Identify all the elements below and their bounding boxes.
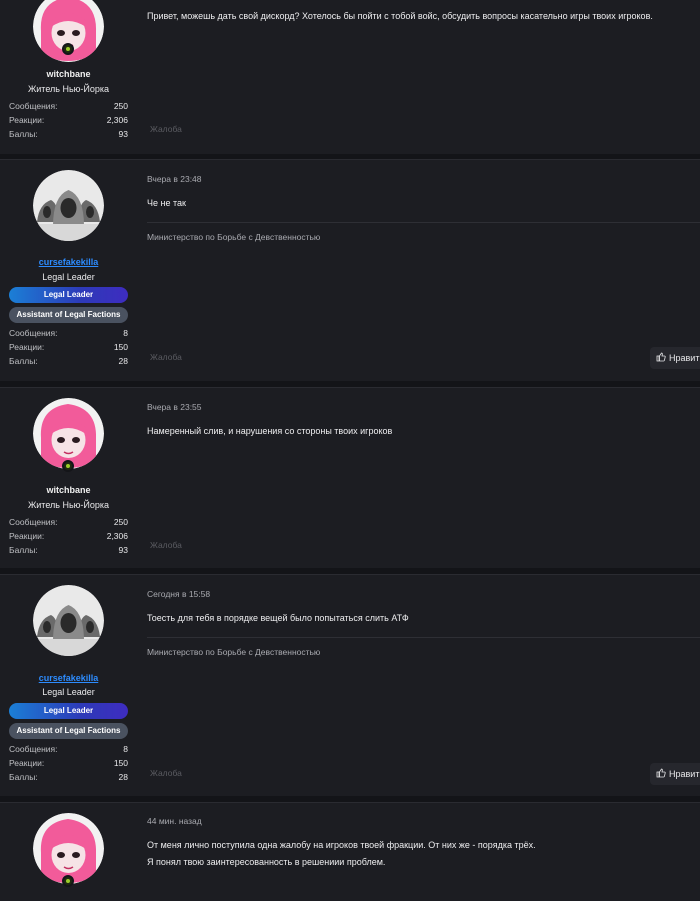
stat-value: 28 [118, 772, 128, 782]
stat-label: Сообщения: [9, 744, 58, 754]
avatar[interactable] [33, 585, 104, 656]
user-stats: Сообщения: 8 Реакции: 150 Баллы: 28 [9, 742, 128, 784]
stat-value: 250 [113, 101, 128, 111]
avatar[interactable] [33, 398, 104, 469]
stat-messages: Сообщения: 250 [9, 99, 128, 113]
signature: Министерство по Борьбе с Девственностью [147, 232, 321, 242]
user-stats: Сообщения: 250 Реакции: 2,306 Баллы: 93 [9, 99, 128, 141]
signature-divider [147, 637, 700, 638]
online-status-icon [62, 875, 74, 887]
post-text: Намеренный слив, и нарушения со стороны … [147, 426, 393, 436]
stat-points: Баллы: 93 [9, 543, 128, 557]
stat-reactions: Реакции: 150 [9, 340, 128, 354]
online-status-icon [62, 43, 74, 55]
post-date[interactable]: Вчера в 23:48 [147, 174, 202, 184]
report-link[interactable]: Жалоба [150, 768, 182, 778]
user-banner-assistant: Assistant of Legal Factions [9, 307, 128, 323]
avatar[interactable] [33, 813, 104, 884]
stat-label: Реакции: [9, 115, 45, 125]
username[interactable]: witchbane [0, 69, 137, 79]
stat-label: Сообщения: [9, 328, 58, 338]
stat-messages: Сообщения: 250 [9, 515, 128, 529]
username[interactable]: cursefakekilla [0, 257, 137, 267]
user-title: Legal Leader [42, 272, 95, 282]
user-panel: cursefakekilla Legal Leader Legal Leader… [0, 575, 137, 796]
user-banner-assistant: Assistant of Legal Factions [9, 723, 128, 739]
user-banner-legal-leader: Legal Leader [9, 703, 128, 719]
post-date[interactable]: Вчера в 23:55 [147, 402, 202, 412]
signature: Министерство по Борьбе с Девственностью [147, 647, 321, 657]
user-stats: Сообщения: 250 Реакции: 2,306 Баллы: 93 [9, 515, 128, 557]
thumbs-up-icon [656, 348, 666, 370]
stat-label: Баллы: [9, 545, 38, 555]
post-1: cursefakekilla Legal Leader Legal Leader… [0, 159, 700, 381]
stat-value: 2,306 [106, 115, 128, 125]
post-text: Привет, можешь дать свой дискорд? Хотело… [147, 11, 653, 21]
stat-reactions: Реакции: 150 [9, 756, 128, 770]
report-link[interactable]: Жалоба [150, 540, 182, 550]
avatar[interactable] [33, 170, 104, 241]
user-title: Житель Нью-Йорка [27, 84, 110, 94]
stat-label: Реакции: [9, 342, 45, 352]
user-panel [0, 803, 137, 901]
report-link[interactable]: Жалоба [150, 124, 182, 134]
stat-value: 8 [123, 744, 128, 754]
post-date[interactable]: Сегодня в 15:58 [147, 589, 210, 599]
pink-anime-girl-avatar-icon [33, 813, 104, 884]
user-panel: cursefakekilla Legal Leader Legal Leader… [0, 160, 137, 381]
post-text: Че не так [147, 198, 186, 208]
hooded-figures-avatar-icon [33, 585, 104, 656]
user-title: Legal Leader [42, 687, 95, 697]
stat-label: Баллы: [9, 356, 38, 366]
stat-value: 2,306 [106, 531, 128, 541]
username[interactable]: cursefakekilla [0, 673, 137, 683]
user-banner-legal-leader: Legal Leader [9, 287, 128, 303]
stat-reactions: Реакции: 2,306 [9, 113, 128, 127]
stat-points: Баллы: 28 [9, 354, 128, 368]
stat-points: Баллы: 28 [9, 770, 128, 784]
like-label: Нравит [669, 769, 700, 779]
like-button[interactable]: Нравит [650, 763, 700, 785]
post-2: witchbane Житель Нью-Йорка Сообщения: 250… [0, 387, 700, 568]
stat-reactions: Реакции: 2,306 [9, 529, 128, 543]
stat-messages: Сообщения: 8 [9, 326, 128, 340]
stat-label: Баллы: [9, 129, 38, 139]
post-0: witchbane Житель Нью-Йорка Сообщения: 250… [0, 0, 700, 154]
post-text: Тоесть для тебя в порядке вещей было поп… [147, 613, 409, 623]
online-status-icon [62, 460, 74, 472]
thumbs-up-icon [656, 764, 666, 786]
stat-value: 93 [118, 129, 128, 139]
post-3: cursefakekilla Legal Leader Legal Leader… [0, 574, 700, 796]
pink-anime-girl-avatar-icon [33, 398, 104, 469]
username[interactable]: witchbane [0, 485, 137, 495]
stat-value: 250 [113, 517, 128, 527]
user-panel: witchbane Житель Нью-Йорка Сообщения: 250… [0, 0, 137, 154]
post-text-line-1: От меня лично поступила одна жалобу на и… [147, 840, 536, 850]
stat-value: 8 [123, 328, 128, 338]
user-title: Житель Нью-Йорка [27, 500, 110, 510]
stat-label: Реакции: [9, 531, 45, 541]
stat-value: 150 [113, 758, 128, 768]
stat-value: 150 [113, 342, 128, 352]
signature-divider [147, 222, 700, 223]
stat-label: Реакции: [9, 758, 45, 768]
like-label: Нравит [669, 353, 700, 363]
stat-label: Сообщения: [9, 101, 58, 111]
post-date[interactable]: 44 мин. назад [147, 816, 202, 826]
user-panel: witchbane Житель Нью-Йорка Сообщения: 250… [0, 388, 137, 568]
stat-value: 93 [118, 545, 128, 555]
post-text-line-2: Я понял твою заинтересованность в решени… [147, 857, 386, 867]
report-link[interactable]: Жалоба [150, 352, 182, 362]
stat-label: Сообщения: [9, 517, 58, 527]
stat-points: Баллы: 93 [9, 127, 128, 141]
stat-messages: Сообщения: 8 [9, 742, 128, 756]
hooded-figures-avatar-icon [33, 170, 104, 241]
stat-label: Баллы: [9, 772, 38, 782]
user-stats: Сообщения: 8 Реакции: 150 Баллы: 28 [9, 326, 128, 368]
like-button[interactable]: Нравит [650, 347, 700, 369]
post-4: 44 мин. назад От меня лично поступила од… [0, 802, 700, 901]
stat-value: 28 [118, 356, 128, 366]
